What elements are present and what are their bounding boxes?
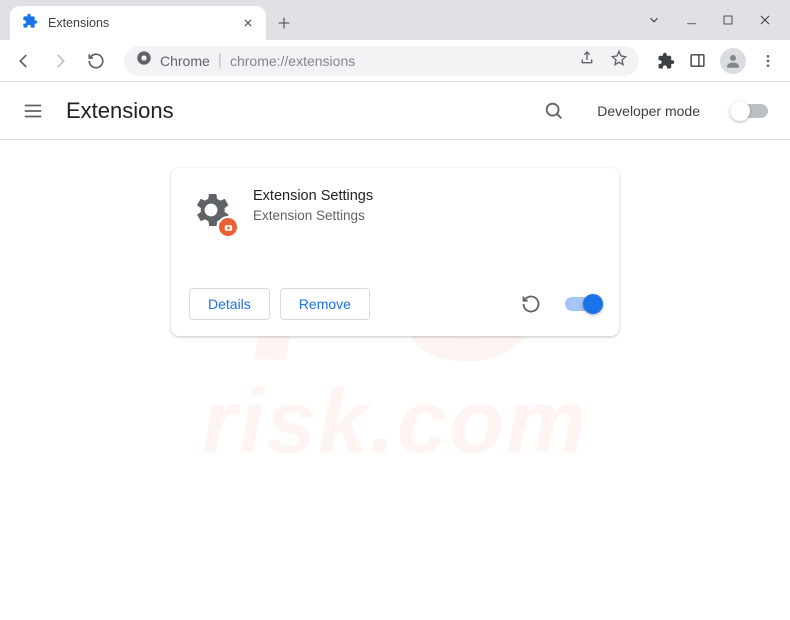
tab-title: Extensions (48, 16, 232, 30)
forward-button[interactable] (46, 47, 74, 75)
extension-puzzle-icon (22, 13, 38, 34)
browser-toolbar: Chrome | chrome://extensions (0, 40, 790, 82)
extensions-page-header: Extensions Developer mode (0, 82, 790, 140)
browser-tab[interactable]: Extensions (10, 6, 266, 40)
extension-badge-icon (217, 216, 239, 238)
bookmark-star-icon[interactable] (611, 50, 627, 71)
new-tab-button[interactable] (276, 6, 292, 40)
share-icon[interactable] (579, 50, 595, 71)
url-divider: | (218, 52, 222, 70)
page-title: Extensions (66, 98, 174, 124)
reload-extension-icon[interactable] (521, 294, 541, 314)
extension-name: Extension Settings (253, 188, 373, 204)
extensions-puzzle-icon[interactable] (657, 52, 675, 70)
search-icon[interactable] (543, 100, 565, 122)
developer-mode-toggle[interactable] (732, 104, 768, 118)
extension-description: Extension Settings (253, 208, 373, 223)
extension-card: Extension Settings Extension Settings De… (171, 168, 619, 336)
details-button[interactable]: Details (189, 288, 270, 320)
hamburger-menu-icon[interactable] (22, 100, 44, 122)
url-path: chrome://extensions (230, 53, 571, 69)
extension-icon (189, 188, 233, 232)
minimize-window-icon[interactable] (685, 13, 698, 27)
maximize-window-icon[interactable] (722, 13, 734, 27)
url-scheme-label: Chrome (160, 53, 210, 69)
back-button[interactable] (10, 47, 38, 75)
remove-button[interactable]: Remove (280, 288, 370, 320)
developer-mode-label: Developer mode (597, 103, 700, 119)
chevron-down-icon[interactable] (647, 13, 661, 27)
chrome-logo-icon (136, 50, 152, 71)
close-window-icon[interactable] (758, 13, 772, 27)
browser-titlebar: Extensions (0, 0, 790, 40)
close-tab-icon[interactable] (242, 17, 254, 29)
profile-avatar[interactable] (720, 48, 746, 74)
reload-button[interactable] (82, 47, 110, 75)
side-panel-icon[interactable] (689, 52, 706, 69)
kebab-menu-icon[interactable] (760, 53, 776, 69)
address-bar[interactable]: Chrome | chrome://extensions (124, 46, 639, 76)
extensions-grid: Extension Settings Extension Settings De… (0, 140, 790, 336)
extension-enable-toggle[interactable] (565, 297, 601, 311)
